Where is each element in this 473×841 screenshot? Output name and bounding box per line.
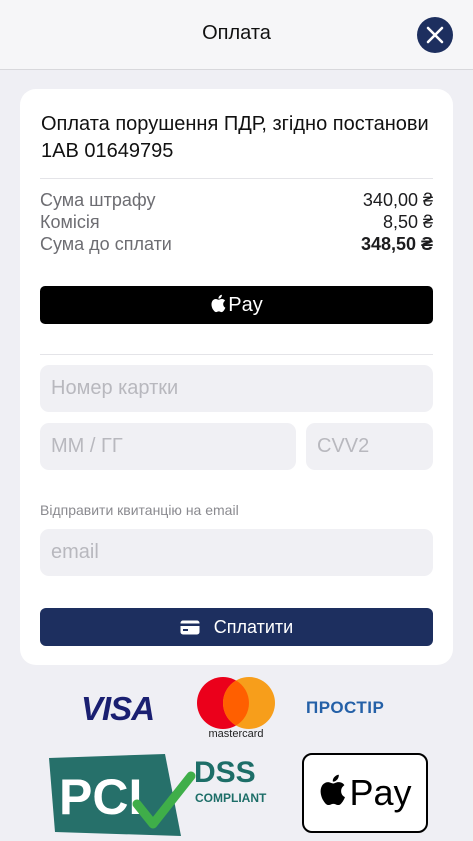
email-input[interactable] [40,529,433,576]
header: Оплата [0,0,473,70]
page-title: Оплата [202,22,271,44]
fine-amount-label: Сума штрафу [40,190,156,210]
total-label: Сума до сплати [40,234,172,254]
payment-card: Оплата порушення ПДР, згідно постанови 1… [20,89,453,665]
pay-button-label: Сплатити [213,616,294,637]
apple-pay-button[interactable]: Pay [40,286,433,324]
apple-pay-button-label: Pay [228,293,263,316]
fine-amount-row: Сума штрафу 340,00 ₴ [40,189,433,211]
total-row: Сума до сплати 348,50 ₴ [40,233,433,255]
expiry-input[interactable] [40,423,296,470]
apple-pay-logo-text: Pay [349,772,412,813]
svg-text:PCI: PCI [59,769,142,825]
apple-icon [321,774,346,806]
pay-button[interactable]: Сплатити [40,608,433,646]
payment-title: Оплата порушення ПДР, згідно постанови 1… [41,113,429,162]
visa-logo: VISA [81,690,155,727]
apple-icon [211,294,226,313]
email-label: Відправити квитанцію на email [40,502,239,518]
mastercard-wordmark: mastercard [208,728,264,740]
pci-compliant-text: COMPLIANT [195,791,267,805]
commission-value: 8,50 ₴ [382,212,433,232]
pci-dss-text: DSS [194,756,256,789]
commission-label: Комісія [40,212,100,232]
card-number-input[interactable] [40,365,433,412]
divider [40,354,433,355]
apple-pay-logo: Pay [302,753,428,833]
close-icon [426,26,444,44]
divider [40,178,433,179]
total-value: 348,50 ₴ [360,234,433,254]
cvv-input[interactable] [306,423,433,470]
credit-card-icon [180,620,200,634]
prostir-logo: ПРОСТІР [306,698,385,717]
fine-amount-value: 340,00 ₴ [362,190,433,210]
commission-row: Комісія 8,50 ₴ [40,211,433,233]
close-button[interactable] [417,17,453,53]
